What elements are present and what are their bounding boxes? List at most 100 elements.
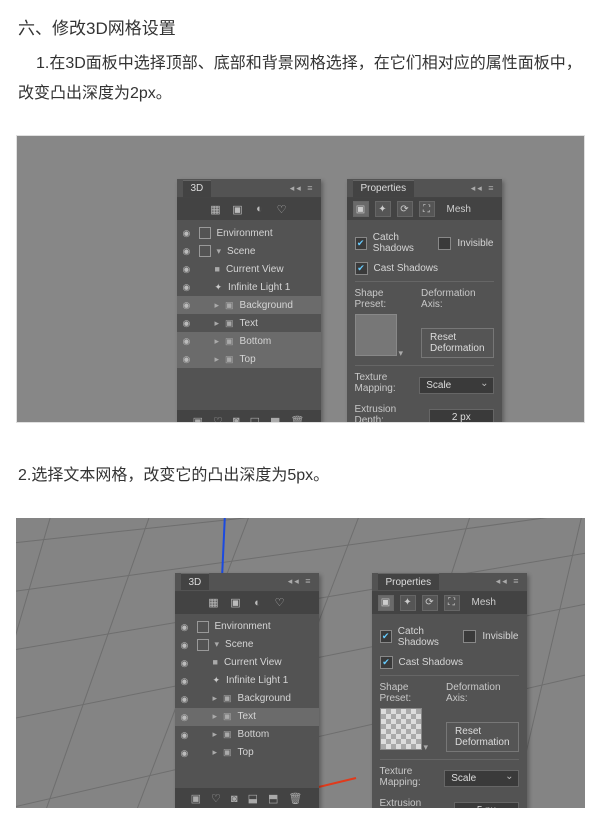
- catch-shadows-row[interactable]: Catch Shadows: [355, 232, 439, 254]
- render-icon[interactable]: ♡: [211, 792, 221, 805]
- expand-icon[interactable]: [213, 747, 218, 758]
- catch-shadows-row[interactable]: Catch Shadows: [380, 626, 464, 648]
- layer-bottom[interactable]: Bottom: [175, 726, 319, 744]
- dropdown-arrow-icon[interactable]: ▾: [424, 742, 429, 752]
- trash-icon[interactable]: 🗑: [290, 415, 304, 424]
- checkbox-icon[interactable]: [380, 656, 393, 669]
- invisible-row[interactable]: Invisible: [463, 626, 518, 648]
- visibility-icon[interactable]: [181, 748, 191, 758]
- panel-collapse-icons[interactable]: ◂◂ ≡: [290, 183, 315, 194]
- cap-tab-icon[interactable]: ⟳: [397, 201, 413, 217]
- layer-background[interactable]: Background: [175, 690, 319, 708]
- layer-text[interactable]: Text: [175, 708, 319, 726]
- select-box-icon[interactable]: [197, 621, 209, 633]
- layer-infinite-light[interactable]: Infinite Light 1: [177, 278, 321, 296]
- add-icon[interactable]: ⬓: [250, 415, 260, 424]
- expand-icon[interactable]: [217, 246, 222, 257]
- visibility-icon[interactable]: [183, 282, 193, 292]
- layer-infinite-light[interactable]: Infinite Light 1: [175, 672, 319, 690]
- invisible-row[interactable]: Invisible: [438, 232, 493, 254]
- extrusion-depth-input[interactable]: 5 px: [454, 802, 518, 808]
- coords-tab-icon[interactable]: ⛶: [419, 201, 435, 217]
- expand-icon[interactable]: [215, 318, 220, 329]
- expand-icon[interactable]: [213, 711, 218, 722]
- light-icon[interactable]: ⬒: [268, 792, 278, 805]
- panel-collapse-icons[interactable]: ◂◂ ≡: [496, 576, 521, 587]
- visibility-icon[interactable]: [181, 694, 191, 704]
- panel-3d-tab[interactable]: 3D: [181, 573, 210, 590]
- texture-mapping-select[interactable]: Scale: [419, 377, 493, 394]
- visibility-icon[interactable]: [181, 712, 191, 722]
- select-box-icon[interactable]: [199, 227, 211, 239]
- dropdown-arrow-icon[interactable]: ▾: [399, 348, 404, 358]
- visibility-icon[interactable]: [181, 622, 191, 632]
- texture-mapping-select[interactable]: Scale: [444, 770, 518, 787]
- mesh-tab-icon[interactable]: ▣: [378, 595, 394, 611]
- camera-icon[interactable]: ◙: [231, 793, 238, 805]
- layer-scene[interactable]: Scene: [177, 242, 321, 260]
- layer-scene[interactable]: Scene: [175, 636, 319, 654]
- filter-all-icon[interactable]: ▦: [208, 597, 220, 609]
- deform-tab-icon[interactable]: ✦: [400, 595, 416, 611]
- extrusion-depth-input[interactable]: 2 px: [429, 409, 493, 424]
- camera-icon[interactable]: ◙: [233, 415, 240, 423]
- footer-icon[interactable]: ▣: [191, 792, 201, 805]
- checkbox-icon[interactable]: [355, 262, 368, 275]
- select-box-icon[interactable]: [197, 639, 209, 651]
- visibility-icon[interactable]: [181, 676, 191, 686]
- layer-top[interactable]: Top: [177, 350, 321, 368]
- reset-deformation-button[interactable]: Reset Deformation: [446, 722, 518, 752]
- expand-icon[interactable]: [213, 693, 218, 704]
- visibility-icon[interactable]: [183, 354, 193, 364]
- panel-collapse-icons[interactable]: ◂◂ ≡: [471, 183, 496, 194]
- visibility-icon[interactable]: [181, 640, 191, 650]
- checkbox-icon[interactable]: [380, 630, 392, 643]
- select-box-icon[interactable]: [199, 245, 211, 257]
- shape-preset-swatch[interactable]: [355, 314, 397, 356]
- filter-mesh-icon[interactable]: ▣: [230, 597, 242, 609]
- visibility-icon[interactable]: [183, 228, 193, 238]
- filter-all-icon[interactable]: ▦: [210, 203, 222, 215]
- render-icon[interactable]: ♡: [213, 415, 223, 424]
- layer-top[interactable]: Top: [175, 744, 319, 762]
- reset-deformation-button[interactable]: Reset Deformation: [421, 328, 493, 358]
- cap-tab-icon[interactable]: ⟳: [422, 595, 438, 611]
- layer-background[interactable]: Background: [177, 296, 321, 314]
- filter-light-icon[interactable]: ♡: [276, 203, 288, 215]
- expand-icon[interactable]: [215, 336, 220, 347]
- light-icon[interactable]: ⬒: [270, 415, 280, 424]
- visibility-icon[interactable]: [183, 318, 193, 328]
- visibility-icon[interactable]: [183, 264, 193, 274]
- add-icon[interactable]: ⬓: [248, 792, 258, 805]
- trash-icon[interactable]: 🗑: [288, 792, 302, 805]
- layer-bottom[interactable]: Bottom: [177, 332, 321, 350]
- panel-3d-tab[interactable]: 3D: [183, 180, 212, 197]
- checkbox-icon[interactable]: [438, 237, 451, 250]
- checkbox-icon[interactable]: [463, 630, 476, 643]
- panel-collapse-icons[interactable]: ◂◂ ≡: [288, 576, 313, 587]
- layer-environment[interactable]: Environment: [177, 224, 321, 242]
- visibility-icon[interactable]: [183, 300, 193, 310]
- mesh-tab-icon[interactable]: ▣: [353, 201, 369, 217]
- checkbox-icon[interactable]: [355, 237, 367, 250]
- shape-preset-swatch[interactable]: [380, 708, 422, 750]
- cast-shadows-row[interactable]: Cast Shadows: [380, 656, 519, 669]
- layer-text[interactable]: Text: [177, 314, 321, 332]
- filter-light-icon[interactable]: ♡: [274, 597, 286, 609]
- layer-environment[interactable]: Environment: [175, 618, 319, 636]
- layer-current-view[interactable]: Current View: [175, 654, 319, 672]
- panel-properties-tab[interactable]: Properties: [378, 573, 440, 590]
- footer-icon[interactable]: ▣: [193, 415, 203, 424]
- visibility-icon[interactable]: [183, 246, 193, 256]
- coords-tab-icon[interactable]: ⛶: [444, 595, 460, 611]
- expand-icon[interactable]: [215, 300, 220, 311]
- filter-mesh-icon[interactable]: ▣: [232, 203, 244, 215]
- visibility-icon[interactable]: [181, 658, 191, 668]
- layer-current-view[interactable]: Current View: [177, 260, 321, 278]
- filter-material-icon[interactable]: ◐: [254, 203, 266, 215]
- cast-shadows-row[interactable]: Cast Shadows: [355, 262, 494, 275]
- expand-icon[interactable]: [215, 639, 220, 650]
- filter-material-icon[interactable]: ◐: [252, 597, 264, 609]
- expand-icon[interactable]: [213, 729, 218, 740]
- deform-tab-icon[interactable]: ✦: [375, 201, 391, 217]
